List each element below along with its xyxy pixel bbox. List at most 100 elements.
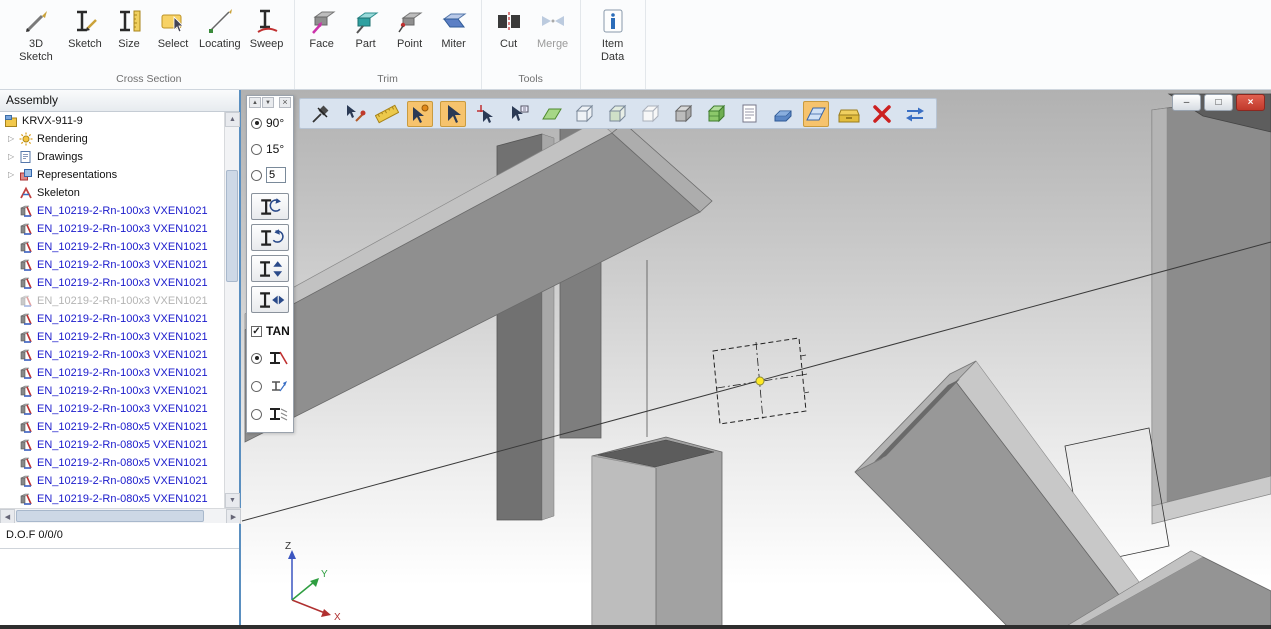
tree-item-label: EN_10219-2-Rn-100x3 VXEN1021 <box>37 277 208 289</box>
miter-button[interactable]: Miter <box>432 3 476 52</box>
placement-mode-2-radio[interactable] <box>249 372 291 400</box>
size-button[interactable]: Size <box>107 3 151 52</box>
sweep-button[interactable]: Sweep <box>245 3 289 52</box>
part-button[interactable]: Part <box>344 3 388 52</box>
viewport[interactable]: Z X Y ▲ ▼ × 90° 15° ✓ <box>241 90 1271 629</box>
tree-item[interactable]: EN_10219-2-Rn-100x3 VXEN1021 <box>0 256 226 274</box>
ribbon-group: Item Data <box>581 0 646 89</box>
snap-corner-icon[interactable] <box>473 101 499 127</box>
tree-item[interactable]: EN_10219-2-Rn-100x3 VXEN1021 <box>0 346 226 364</box>
sketch-button[interactable]: Sketch <box>63 3 107 52</box>
expander-icon[interactable]: ▷ <box>8 130 19 148</box>
tree-item[interactable]: EN_10219-2-Rn-100x3 VXEN1021 <box>0 274 226 292</box>
minimize-button[interactable]: – <box>1172 94 1201 111</box>
blue-part-icon[interactable] <box>770 101 796 127</box>
tree-horizontal-scrollbar[interactable]: ◀ ▶ <box>0 508 241 523</box>
tree-item[interactable]: ▷Rendering <box>0 130 226 148</box>
pin-component-icon[interactable] <box>341 101 367 127</box>
display-green-cube-icon[interactable] <box>704 101 730 127</box>
merge-button[interactable]: Merge <box>531 3 575 52</box>
workplane-center-point[interactable] <box>756 377 764 385</box>
radio-icon <box>251 118 262 129</box>
placement-mode-3-radio[interactable] <box>249 400 291 428</box>
report-icon[interactable] <box>737 101 763 127</box>
scroll-up-icon[interactable]: ▲ <box>225 112 240 127</box>
expander-icon[interactable]: ▷ <box>8 148 19 166</box>
angle-90-radio[interactable]: 90° <box>249 110 291 136</box>
tree-item[interactable]: EN_10219-2-Rn-100x3 VXEN1021 <box>0 382 226 400</box>
angle-15-radio[interactable]: 15° <box>249 136 291 162</box>
pin-icon[interactable] <box>308 101 334 127</box>
tree-item[interactable]: EN_10219-2-Rn-100x3 VXEN1021 <box>0 202 226 220</box>
maximize-button[interactable]: □ <box>1204 94 1233 111</box>
palette-up-icon[interactable]: ▲ <box>249 97 261 108</box>
drawer-icon[interactable] <box>836 101 862 127</box>
beam-icon <box>19 492 33 506</box>
rotate-section-cw-button[interactable] <box>251 224 289 251</box>
display-box-1-icon[interactable] <box>572 101 598 127</box>
window-controls: –□× <box>1172 94 1265 111</box>
tree-item[interactable]: EN_10219-2-Rn-100x3 VXEN1021 <box>0 400 226 418</box>
tree-item[interactable]: EN_10219-2-Rn-100x3 VXEN1021 <box>0 310 226 328</box>
cut-button[interactable]: Cut <box>487 3 531 52</box>
select-face-icon[interactable] <box>539 101 565 127</box>
select-button[interactable]: Select <box>151 3 195 52</box>
horizontal-scrollbar-thumb[interactable] <box>16 510 204 522</box>
custom-angle-input[interactable] <box>266 167 286 183</box>
tree-item[interactable]: EN_10219-2-Rn-100x3 VXEN1021 <box>0 364 226 382</box>
display-box-3-icon[interactable] <box>638 101 664 127</box>
display-box-2-icon[interactable] <box>605 101 631 127</box>
rotate-section-ccw-icon <box>255 196 285 218</box>
item-data-icon <box>598 6 628 36</box>
flip-section-horizontal-button[interactable] <box>251 286 289 313</box>
tree-item[interactable]: ▷Representations <box>0 166 226 184</box>
workplane-icon[interactable] <box>803 101 829 127</box>
flip-section-vertical-button[interactable] <box>251 255 289 282</box>
beam-icon <box>19 384 33 398</box>
display-cube-icon[interactable] <box>671 101 697 127</box>
palette-close-icon[interactable]: × <box>279 97 291 108</box>
scroll-left-icon[interactable]: ◀ <box>0 509 15 524</box>
item-data-button[interactable]: Item Data <box>586 3 640 64</box>
rotate-section-ccw-button[interactable] <box>251 193 289 220</box>
tree-item[interactable]: EN_10219-2-Rn-100x3 VXEN1021 <box>0 220 226 238</box>
tree-item[interactable]: EN_10219-2-Rn-080x5 VXEN1021 <box>0 490 226 508</box>
ribbon-button-label: Part <box>356 38 376 51</box>
ribbon-button-label: Item Data <box>590 38 636 63</box>
scene-3d[interactable]: Z X Y <box>241 90 1271 629</box>
delete-icon[interactable] <box>869 101 895 127</box>
snap-free-icon[interactable] <box>440 101 466 127</box>
tree-item[interactable]: EN_10219-2-Rn-100x3 VXEN1021 <box>0 238 226 256</box>
angle-custom-radio[interactable] <box>249 162 291 188</box>
tree-item-label: EN_10219-2-Rn-100x3 VXEN1021 <box>37 223 208 235</box>
tree-item[interactable]: EN_10219-2-Rn-080x5 VXEN1021 <box>0 436 226 454</box>
ribbon-button-row: Item Data <box>586 3 640 71</box>
close-button[interactable]: × <box>1236 94 1265 111</box>
tree-item[interactable]: EN_10219-2-Rn-080x5 VXEN1021 <box>0 418 226 436</box>
tree-item-label: EN_10219-2-Rn-100x3 VXEN1021 <box>37 313 208 325</box>
tree-item[interactable]: EN_10219-2-Rn-080x5 VXEN1021 <box>0 454 226 472</box>
locating-button[interactable]: Locating <box>195 3 245 52</box>
scroll-right-icon[interactable]: ▶ <box>226 509 241 524</box>
tree-item[interactable]: EN_10219-2-Rn-100x3 VXEN1021 <box>0 328 226 346</box>
swap-icon[interactable] <box>902 101 928 127</box>
ruler-icon[interactable] <box>374 101 400 127</box>
scroll-down-icon[interactable]: ▼ <box>225 493 240 508</box>
tree-item[interactable]: Skeleton <box>0 184 226 202</box>
tree-item[interactable]: ▷Drawings <box>0 148 226 166</box>
placement-mode-1-radio[interactable] <box>249 344 291 372</box>
tree-vertical-scrollbar[interactable]: ▲ ▼ <box>224 112 239 508</box>
snap-point-icon[interactable] <box>407 101 433 127</box>
palette-down-icon[interactable]: ▼ <box>262 97 274 108</box>
face-button[interactable]: Face <box>300 3 344 52</box>
3d-sketch-button[interactable]: 3D Sketch <box>9 3 63 64</box>
tangent-checkbox[interactable]: ✓ TAN <box>249 318 291 344</box>
vertical-scrollbar-thumb[interactable] <box>226 170 238 282</box>
expander-icon[interactable]: ▷ <box>8 166 19 184</box>
tree-item[interactable]: KRVX-911-9 <box>0 112 226 130</box>
point-button[interactable]: Point <box>388 3 432 52</box>
tree-item[interactable]: EN_10219-2-Rn-080x5 VXEN1021 <box>0 472 226 490</box>
snap-edge-icon[interactable] <box>506 101 532 127</box>
tree-item[interactable]: EN_10219-2-Rn-100x3 VXEN1021 <box>0 292 226 310</box>
beam-icon <box>19 366 33 380</box>
